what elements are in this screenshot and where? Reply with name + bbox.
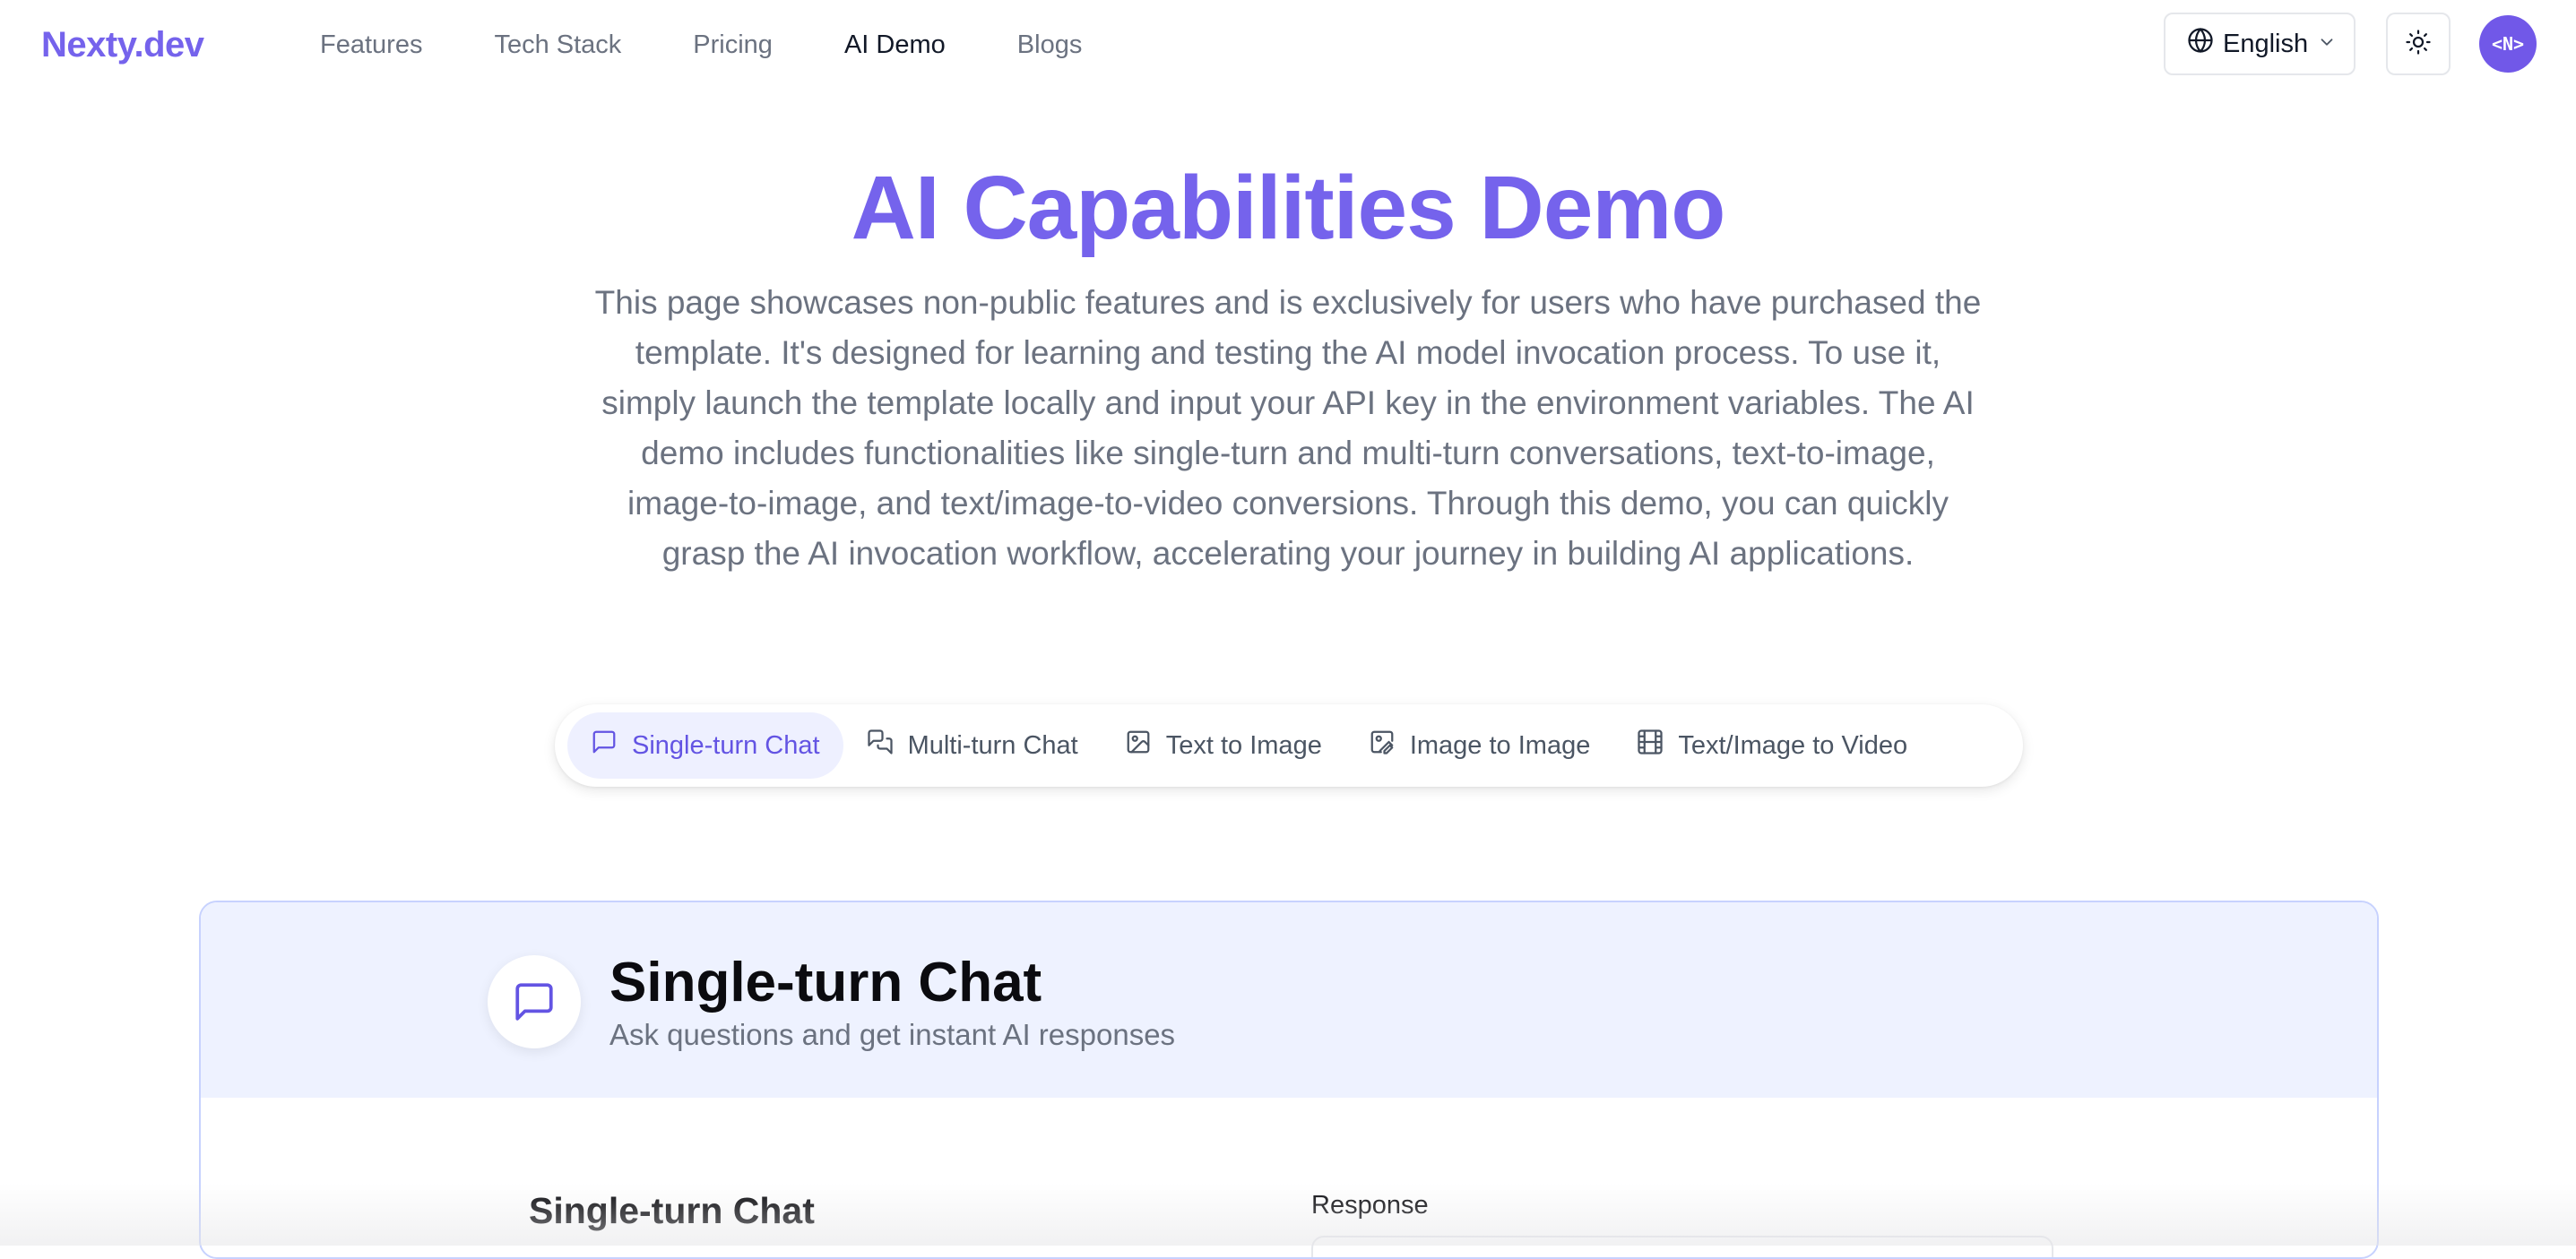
page-title: AI Capabilities Demo — [851, 158, 1726, 258]
nav-link-pricing[interactable]: Pricing — [693, 27, 773, 63]
nav-link-blogs[interactable]: Blogs — [1017, 27, 1083, 63]
demo-subtitle: Ask questions and get instant AI respons… — [609, 1018, 1176, 1051]
tab-text-to-image[interactable]: Text to Image — [1102, 712, 1345, 779]
tab-label: Text/Image to Video — [1678, 730, 1908, 760]
tab-multi-turn-chat[interactable]: Multi-turn Chat — [843, 712, 1102, 779]
demo-tabs: Single-turn Chat Multi-turn Chat Text to… — [555, 704, 2023, 787]
user-avatar[interactable]: <N> — [2479, 15, 2537, 73]
tab-image-to-image[interactable]: Image to Image — [1345, 712, 1614, 779]
main-nav: Features Tech Stack Pricing AI Demo Blog… — [320, 27, 1154, 63]
demo-card: Single-turn Chat Ask questions and get i… — [199, 901, 2379, 1259]
sun-icon — [2405, 29, 2432, 60]
tab-text-image-to-video[interactable]: Text/Image to Video — [1613, 712, 1931, 779]
nav-link-features[interactable]: Features — [320, 27, 422, 63]
nav-link-tech-stack[interactable]: Tech Stack — [494, 27, 621, 63]
tab-label: Text to Image — [1165, 730, 1322, 760]
globe-icon — [2187, 27, 2214, 61]
demo-card-header: Single-turn Chat Ask questions and get i… — [201, 902, 2377, 1098]
messages-icon — [867, 729, 894, 763]
top-navbar: Nexty.dev Features Tech Stack Pricing AI… — [0, 0, 2576, 90]
response-output — [1311, 1236, 2053, 1257]
page-description: This page showcases non-public features … — [594, 284, 1982, 572]
film-icon — [1637, 729, 1664, 763]
image-edit-icon — [1369, 729, 1396, 763]
demo-title: Single-turn Chat — [609, 952, 1042, 1013]
response-label: Response — [1311, 1191, 1429, 1220]
tab-label: Multi-turn Chat — [907, 730, 1078, 760]
chevron-down-icon — [2317, 30, 2337, 59]
theme-toggle-button[interactable] — [2386, 13, 2451, 75]
nav-link-ai-demo[interactable]: AI Demo — [844, 27, 946, 63]
chat-panel-title: Single-turn Chat — [529, 1190, 815, 1231]
tab-label: Single-turn Chat — [632, 730, 820, 760]
language-selector[interactable]: English — [2164, 13, 2356, 75]
tab-label: Image to Image — [1409, 730, 1591, 760]
site-logo[interactable]: Nexty.dev — [41, 22, 204, 68]
tab-single-turn-chat[interactable]: Single-turn Chat — [567, 712, 843, 779]
image-icon — [1125, 729, 1152, 763]
message-square-icon — [488, 955, 581, 1048]
message-square-icon — [591, 729, 618, 763]
language-label: English — [2223, 29, 2309, 58]
